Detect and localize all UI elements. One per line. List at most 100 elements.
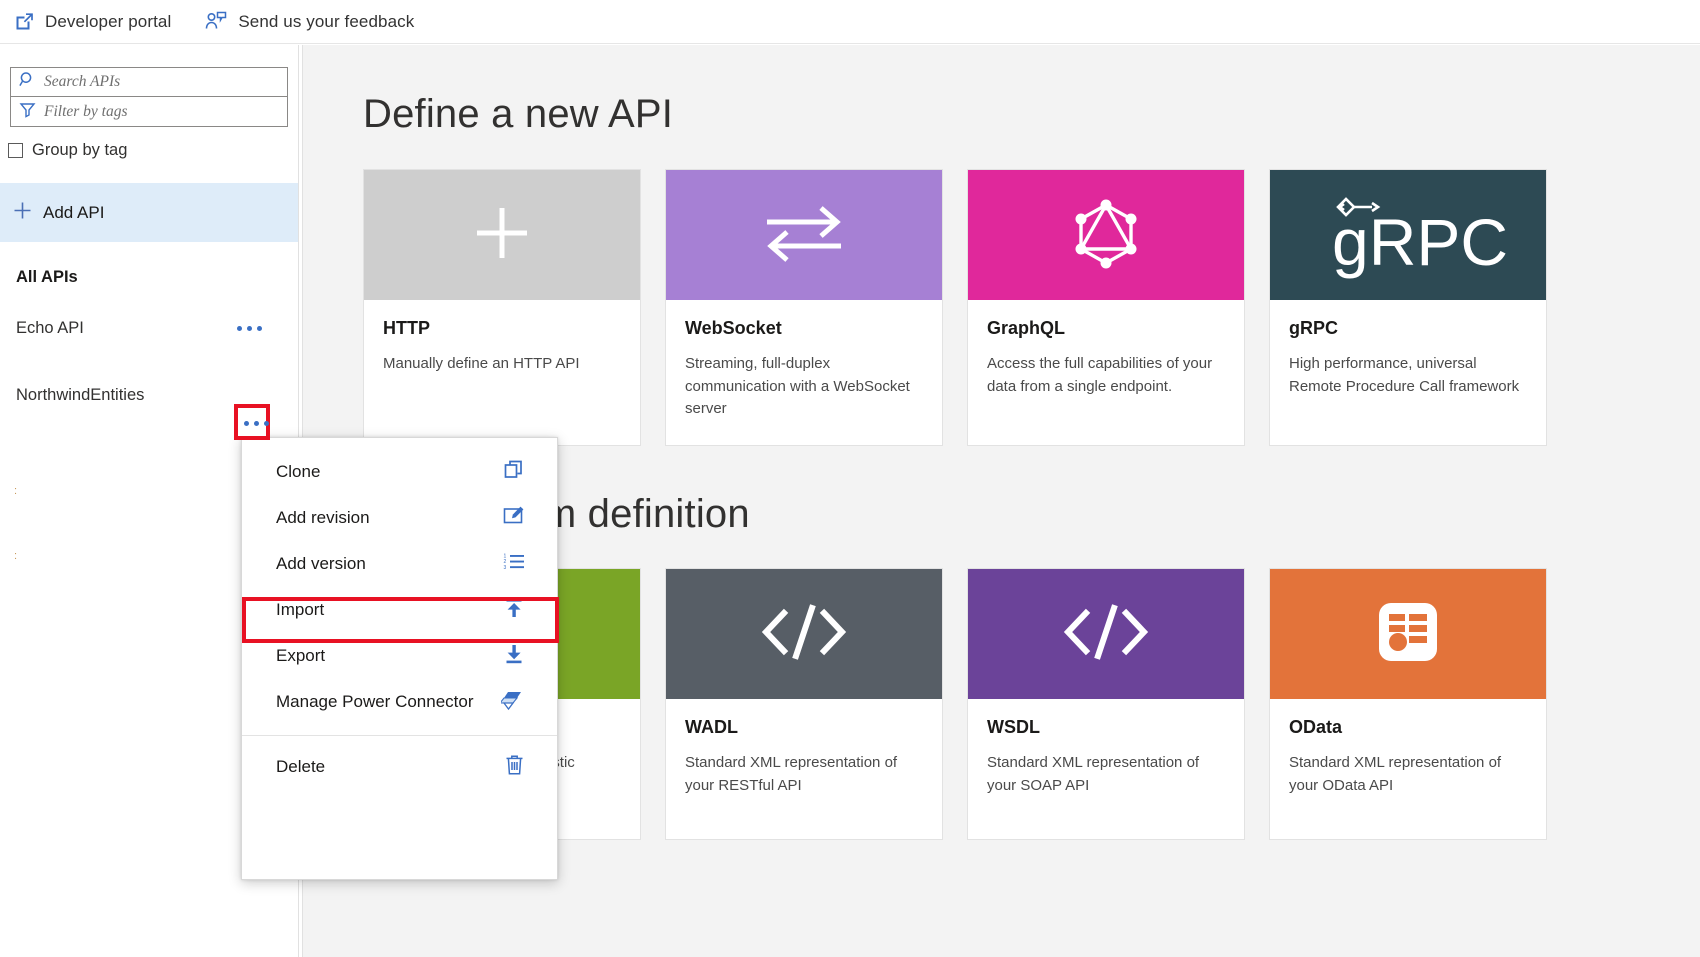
api-context-menu: Clone Add revision Add version 1 2 3 Imp…: [241, 437, 559, 880]
menu-item-import[interactable]: Import: [242, 587, 557, 633]
filter-by-tags-field[interactable]: Filter by tags: [10, 97, 288, 127]
menu-divider: [242, 735, 557, 736]
card-title: HTTP: [383, 318, 430, 338]
search-apis-field[interactable]: Search APIs: [10, 67, 288, 97]
card-hero: [968, 569, 1244, 699]
card-description: Streaming, full-duplex communication wit…: [685, 355, 910, 417]
developer-portal-label: Developer portal: [45, 11, 172, 31]
send-feedback-label: Send us your feedback: [238, 11, 415, 31]
api-name-label: Echo API: [16, 318, 84, 337]
filter-by-tags-placeholder: Filter by tags: [44, 102, 128, 120]
card-hero: gRPC: [1270, 170, 1546, 300]
card-body: WebSocket Streaming, full-duplex communi…: [666, 300, 942, 421]
card-title: WSDL: [987, 717, 1040, 737]
define-new-api-card-row: HTTP Manually define an HTTP API WebSock…: [363, 169, 1700, 446]
add-api-button[interactable]: Add API: [0, 183, 298, 242]
card-hero: [968, 170, 1244, 300]
card-body: WSDL Standard XML representation of your…: [968, 699, 1244, 797]
top-command-bar: Developer portal Send us your feedback: [0, 0, 1700, 44]
power-connector-icon: [498, 689, 525, 716]
card-title: GraphQL: [987, 318, 1066, 338]
card-odata[interactable]: OData Standard XML representation of you…: [1269, 568, 1547, 840]
clone-icon: [504, 459, 525, 485]
menu-item-add-version[interactable]: Add version 123: [242, 541, 557, 587]
export-arrow-down-icon: [503, 643, 525, 670]
menu-item-label: Export: [276, 646, 326, 665]
search-icon: [19, 71, 36, 93]
developer-portal-button[interactable]: Developer portal: [14, 11, 171, 32]
all-apis-heading[interactable]: All APIs: [16, 268, 298, 287]
svg-text:gRPC: gRPC: [1332, 205, 1508, 279]
menu-item-label: Add version: [276, 554, 366, 573]
ghost-text-artifact: :: [14, 550, 18, 562]
card-hero: [666, 569, 942, 699]
card-wadl[interactable]: WADL Standard XML representation of your…: [665, 568, 943, 840]
card-grpc[interactable]: gRPC gRPC High performance, universal Re…: [1269, 169, 1547, 446]
card-description: High performance, universal Remote Proce…: [1289, 355, 1520, 395]
card-hero: [1270, 569, 1546, 699]
bidirectional-arrows-icon: [761, 200, 847, 271]
sidebar-item-echo-api[interactable]: Echo API: [0, 309, 298, 347]
card-title: gRPC: [1289, 318, 1338, 338]
card-body: WADL Standard XML representation of your…: [666, 699, 942, 797]
card-title: WADL: [685, 717, 738, 737]
card-body: OData Standard XML representation of you…: [1270, 699, 1546, 797]
ellipsis-icon[interactable]: [237, 325, 262, 331]
api-name-label: NorthwindEntities: [16, 385, 145, 404]
menu-item-label: Manage Power Connector: [276, 692, 474, 711]
menu-item-clone[interactable]: Clone: [242, 449, 557, 495]
page-title: Define a new API: [363, 92, 674, 136]
card-description: Standard XML representation of your ODat…: [1289, 754, 1502, 794]
import-arrow-up-icon: [503, 597, 525, 624]
card-body: gRPC High performance, universal Remote …: [1270, 300, 1546, 398]
card-description: Access the full capabilities of your dat…: [987, 355, 1213, 395]
add-api-label: Add API: [43, 202, 105, 222]
card-hero: [364, 170, 640, 300]
northwindentities-ellipsis-highlight[interactable]: [234, 404, 270, 440]
external-link-icon: [14, 11, 35, 32]
card-http[interactable]: HTTP Manually define an HTTP API: [363, 169, 641, 446]
card-wsdl[interactable]: WSDL Standard XML representation of your…: [967, 568, 1245, 840]
code-brackets-icon: [1058, 601, 1154, 668]
menu-item-add-revision[interactable]: Add revision: [242, 495, 557, 541]
card-graphql[interactable]: GraphQL Access the full capabilities of …: [967, 169, 1245, 446]
menu-item-manage-power-connector[interactable]: Manage Power Connector: [242, 679, 557, 725]
ghost-text-artifact: :: [14, 485, 18, 497]
group-by-tag-label: Group by tag: [32, 141, 128, 159]
card-description: Standard XML representation of your SOAP…: [987, 754, 1200, 794]
feedback-person-icon: [205, 11, 228, 32]
group-by-tag-checkbox[interactable]: [8, 143, 23, 158]
card-title: WebSocket: [685, 318, 782, 338]
menu-item-export[interactable]: Export: [242, 633, 557, 679]
menu-item-label: Import: [276, 600, 325, 619]
create-from-definition-card-row: OpenAPI Standard, language-agnostic inte…: [363, 568, 1700, 840]
code-brackets-icon: [756, 601, 852, 668]
svg-text:3: 3: [504, 565, 507, 571]
card-websocket[interactable]: WebSocket Streaming, full-duplex communi…: [665, 169, 943, 446]
edit-box-icon: [503, 505, 525, 531]
menu-item-label: Delete: [276, 757, 326, 776]
numbered-list-icon: 123: [503, 552, 525, 576]
plus-icon: [467, 198, 537, 273]
menu-item-label: Clone: [276, 462, 321, 481]
group-by-tag-checkbox-row[interactable]: Group by tag: [8, 141, 298, 160]
card-body: GraphQL Access the full capabilities of …: [968, 300, 1244, 398]
graphql-icon: [1065, 192, 1147, 279]
section-title-create-from-definition: Create from definition: [363, 492, 750, 536]
send-feedback-button[interactable]: Send us your feedback: [205, 11, 414, 32]
menu-item-delete[interactable]: Delete: [242, 744, 557, 790]
card-description: Manually define an HTTP API: [383, 355, 580, 372]
menu-item-label: Add revision: [276, 508, 370, 527]
card-body: HTTP Manually define an HTTP API: [364, 300, 640, 376]
grpc-logo-icon: gRPC: [1308, 183, 1508, 288]
search-apis-placeholder: Search APIs: [44, 73, 121, 90]
context-menu-list: Clone Add revision Add version 1 2 3 Imp…: [242, 438, 557, 790]
card-hero: [666, 170, 942, 300]
card-description: Standard XML representation of your REST…: [685, 754, 898, 794]
odata-table-icon: [1377, 601, 1439, 668]
card-title: OData: [1289, 717, 1343, 737]
filter-icon: [19, 101, 36, 123]
trash-icon: [504, 754, 525, 781]
plus-icon: [12, 200, 33, 226]
ellipsis-icon[interactable]: [244, 421, 269, 426]
